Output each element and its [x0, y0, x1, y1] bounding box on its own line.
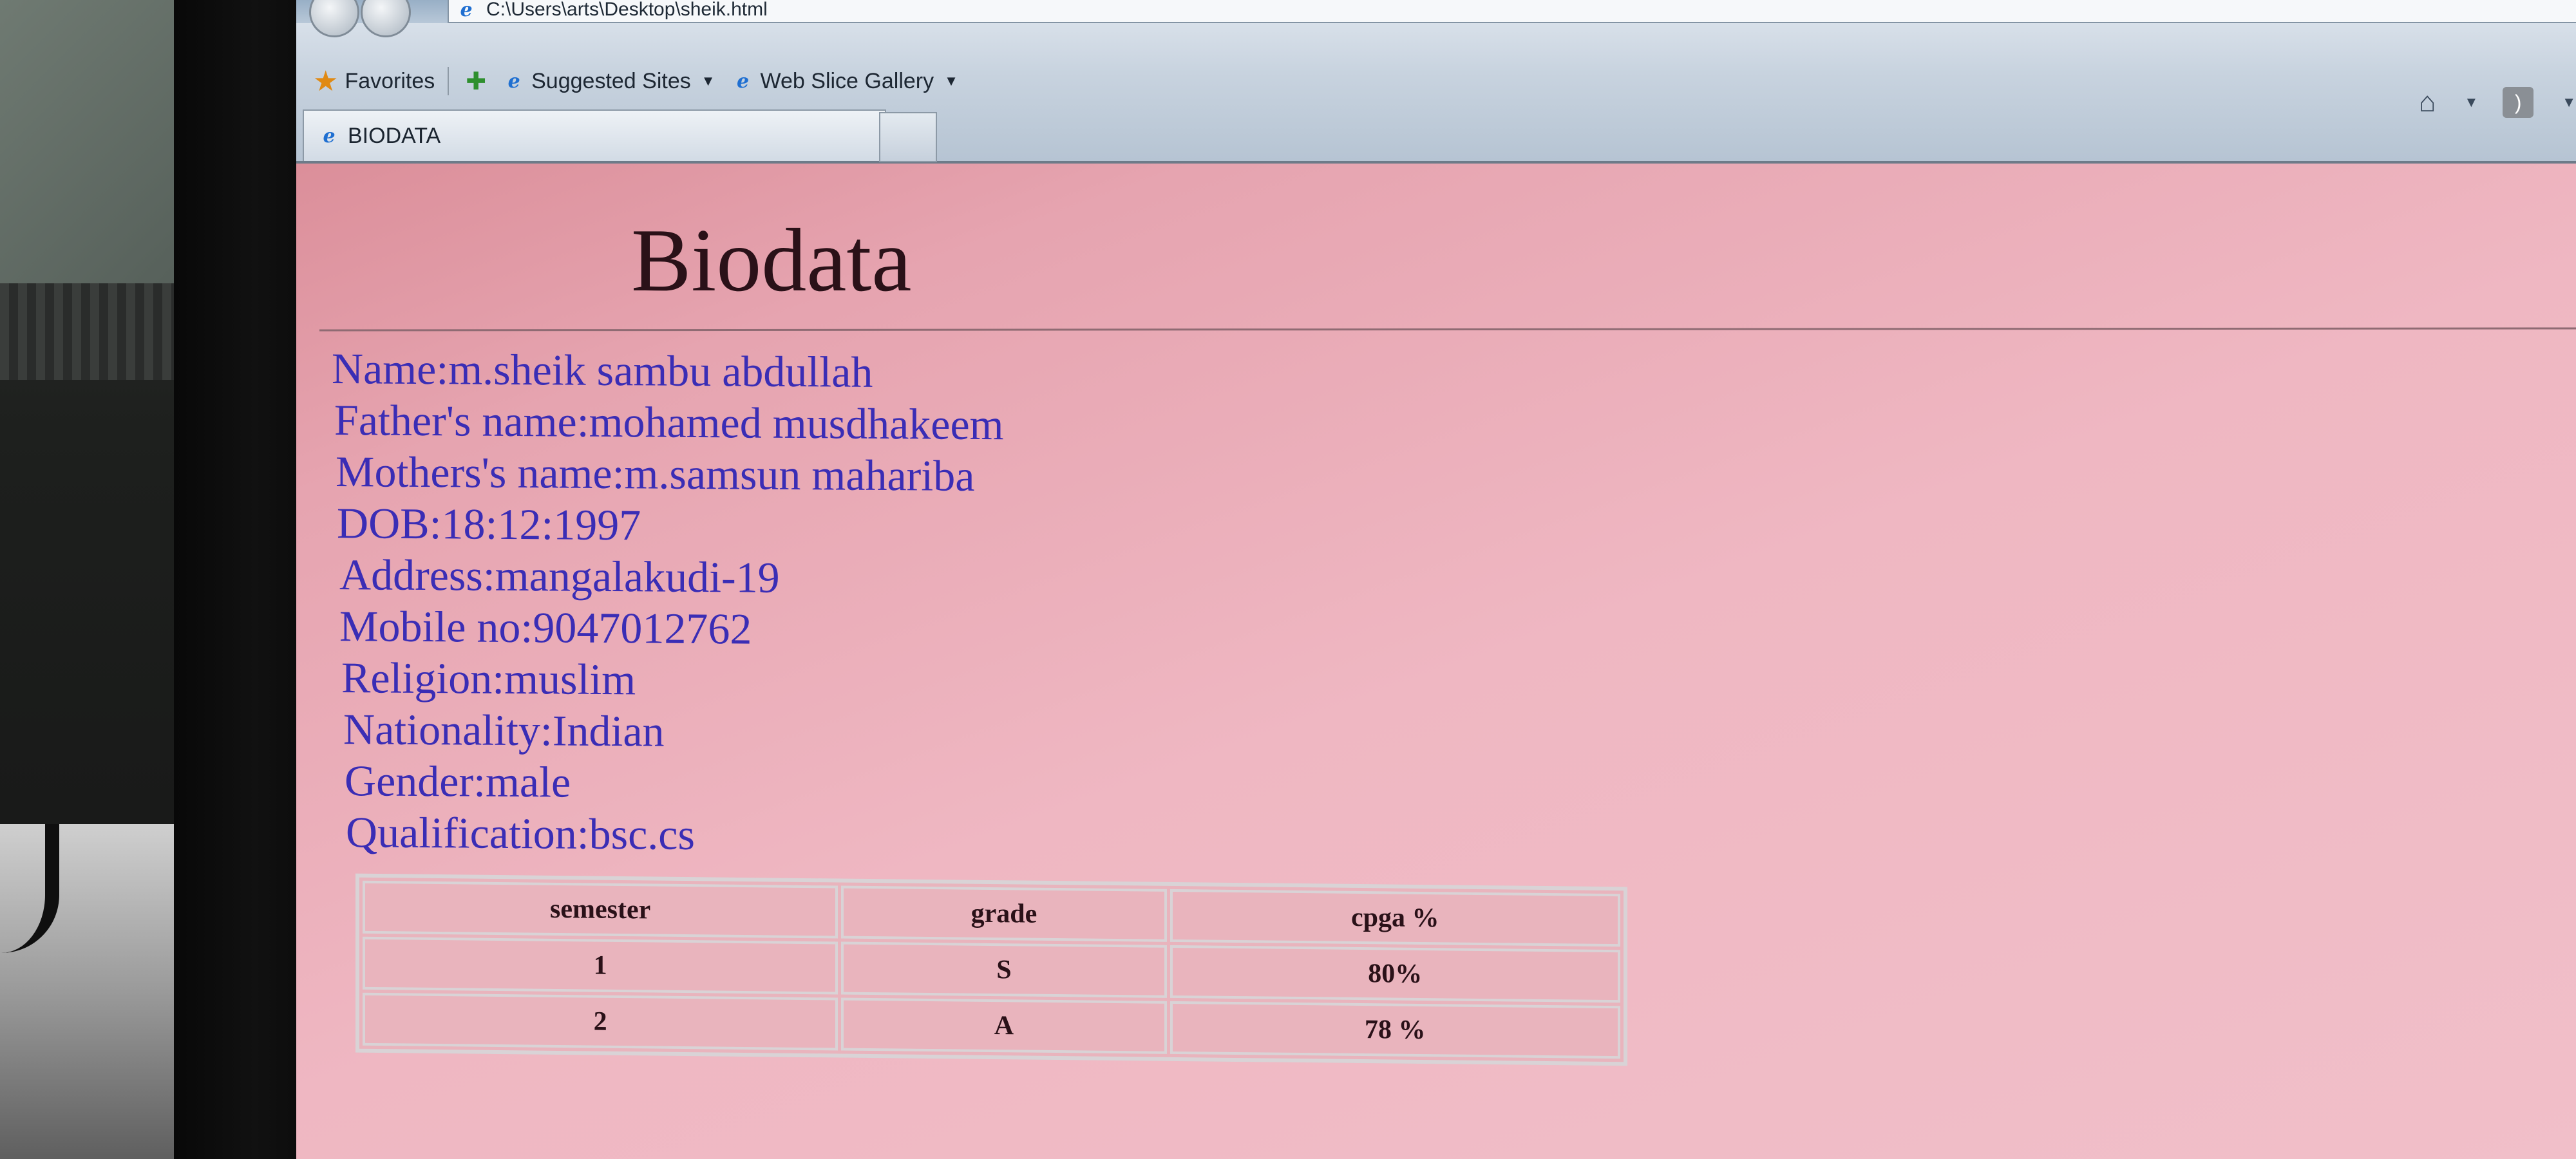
ie-icon: e: [323, 124, 336, 147]
cell-grade: S: [841, 941, 1167, 998]
forward-button[interactable]: [361, 0, 411, 37]
detail-nationality: Nationality:Indian: [343, 704, 665, 756]
ie-icon: e: [736, 70, 750, 93]
page-icon: e: [460, 0, 473, 21]
detail-address: Address:mangalakudi-19: [339, 550, 780, 602]
monitor-screen: e C:\Users\arts\Desktop\sheik.html ★ Fav…: [296, 0, 2576, 1159]
cell-semester: 1: [363, 936, 838, 995]
detail-dob: DOB:18:12:1997: [337, 498, 641, 550]
detail-father-name: Father's name:mohamed musdhakeem: [334, 395, 1004, 449]
tab-title: BIODATA: [348, 123, 441, 148]
device-background: [0, 283, 180, 380]
detail-qualification: Qualification:bsc.cs: [346, 807, 695, 859]
cell-semester: 2: [363, 992, 838, 1051]
add-favorite-button[interactable]: ✚: [466, 67, 486, 96]
chevron-down-icon: ▼: [701, 73, 715, 89]
favorites-label: Favorites: [345, 68, 435, 93]
chevron-down-icon[interactable]: ▼: [2562, 94, 2576, 111]
new-tab-button[interactable]: [879, 112, 937, 162]
page-content: Biodata Name:m.sheik sambu abdullah Fath…: [296, 164, 2576, 1159]
favorites-button[interactable]: ★ Favorites: [313, 65, 435, 98]
column-header-semester: semester: [363, 880, 838, 939]
star-icon: ★: [313, 65, 339, 97]
cell-cpga: 78 %: [1170, 1001, 1620, 1059]
add-favorite-icon: ✚: [466, 68, 487, 95]
tab-row: e BIODATA: [296, 109, 2576, 162]
tab-biodata[interactable]: e BIODATA: [303, 109, 886, 161]
horizontal-rule: [319, 327, 2576, 332]
column-header-cpga: cpga %: [1170, 889, 1620, 947]
detail-religion: Religion:muslim: [341, 653, 636, 704]
wall-background: [0, 0, 180, 283]
monitor-bezel: [174, 0, 309, 1159]
cell-grade: A: [841, 997, 1167, 1054]
grades-table: semester grade cpga % 1 S 80% 2 A 78 %: [355, 873, 1627, 1066]
detail-mother-name: Mothers's name:m.samsun mahariba: [336, 447, 975, 500]
address-bar[interactable]: e C:\Users\arts\Desktop\sheik.html: [448, 0, 2576, 23]
chevron-down-icon[interactable]: ▼: [2464, 94, 2478, 111]
table-row: 2 A 78 %: [363, 992, 1620, 1059]
detail-gender: Gender:male: [345, 756, 571, 807]
biodata-details: Name:m.sheik sambu abdullah Father's nam…: [332, 343, 1620, 867]
suggested-sites-label: Suggested Sites: [531, 68, 691, 93]
web-slice-gallery-button[interactable]: e Web Slice Gallery ▼: [732, 69, 958, 94]
cell-cpga: 80%: [1170, 945, 1620, 1003]
chevron-down-icon: ▼: [944, 73, 958, 89]
page-heading: Biodata: [631, 211, 912, 310]
separator: [448, 67, 450, 95]
table-header-row: semester grade cpga %: [363, 880, 1620, 947]
browser-chrome: e C:\Users\arts\Desktop\sheik.html ★ Fav…: [296, 0, 2576, 164]
web-slice-gallery-label: Web Slice Gallery: [760, 68, 934, 93]
ie-icon: e: [507, 70, 520, 93]
detail-mobile: Mobile no:9047012762: [339, 601, 752, 654]
address-text: C:\Users\arts\Desktop\sheik.html: [486, 0, 768, 20]
favorites-bar: ★ Favorites ✚ e Suggested Sites ▼ e Web …: [296, 57, 2576, 106]
detail-name: Name:m.sheik sambu abdullah: [332, 344, 873, 397]
column-header-grade: grade: [841, 885, 1167, 942]
back-button[interactable]: [309, 0, 359, 37]
table-row: 1 S 80%: [363, 936, 1620, 1003]
suggested-sites-button[interactable]: e Suggested Sites ▼: [503, 69, 715, 94]
